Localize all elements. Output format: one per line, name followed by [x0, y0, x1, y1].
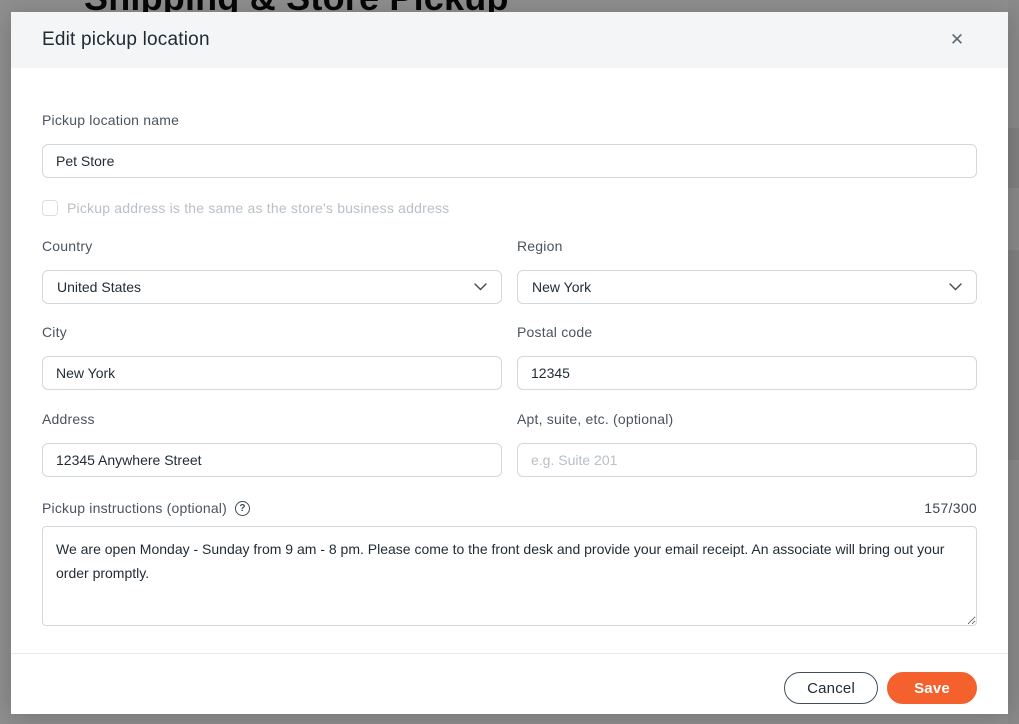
postal-code-label: Postal code: [517, 322, 977, 342]
same-address-label: Pickup address is the same as the store'…: [67, 200, 449, 216]
dialog-footer: Cancel Save: [11, 626, 1008, 715]
address-label: Address: [42, 409, 502, 429]
region-select[interactable]: New York: [517, 270, 977, 304]
help-icon[interactable]: ?: [235, 501, 250, 516]
dialog-header: Edit pickup location ✕: [11, 12, 1008, 68]
postal-code-input[interactable]: [517, 356, 977, 390]
country-field: Country United States: [42, 236, 502, 304]
dialog-title: Edit pickup location: [42, 29, 210, 51]
pickup-location-name-label: Pickup location name: [42, 110, 977, 130]
pickup-location-name-input[interactable]: [42, 144, 977, 178]
country-value: United States: [57, 279, 141, 295]
dialog-body: Pickup location name Pickup address is t…: [11, 68, 1008, 626]
city-label: City: [42, 322, 502, 342]
char-counter: 157/300: [924, 500, 977, 516]
region-field: Region New York: [517, 236, 977, 304]
save-button[interactable]: Save: [887, 672, 977, 704]
instructions-header-row: Pickup instructions (optional) ? 157/300: [42, 498, 977, 518]
country-select[interactable]: United States: [42, 270, 502, 304]
page-scrollbar[interactable]: [1008, 0, 1019, 724]
address-input[interactable]: [42, 443, 502, 477]
pickup-instructions-textarea[interactable]: We are open Monday - Sunday from 9 am - …: [42, 526, 977, 626]
region-label: Region: [517, 236, 977, 256]
page-scrollbar-shade: [1008, 250, 1019, 460]
apt-suite-label: Apt, suite, etc. (optional): [517, 409, 977, 429]
city-field: City: [42, 322, 502, 390]
region-value: New York: [532, 279, 591, 295]
chevron-down-icon: [949, 283, 962, 291]
pickup-instructions-label: Pickup instructions (optional): [42, 500, 227, 516]
postal-code-field: Postal code: [517, 322, 977, 390]
edit-pickup-location-dialog: Edit pickup location ✕ Pickup location n…: [11, 12, 1008, 714]
city-input[interactable]: [42, 356, 502, 390]
apt-suite-field: Apt, suite, etc. (optional): [517, 409, 977, 477]
same-address-row: Pickup address is the same as the store'…: [42, 200, 977, 216]
address-field: Address: [42, 409, 502, 477]
close-icon[interactable]: ✕: [945, 28, 969, 52]
same-address-checkbox[interactable]: [42, 200, 58, 216]
page-scrollbar-shade: [1008, 128, 1019, 188]
apt-suite-input[interactable]: [517, 443, 977, 477]
chevron-down-icon: [474, 283, 487, 291]
country-label: Country: [42, 236, 502, 256]
cancel-button[interactable]: Cancel: [784, 672, 878, 704]
